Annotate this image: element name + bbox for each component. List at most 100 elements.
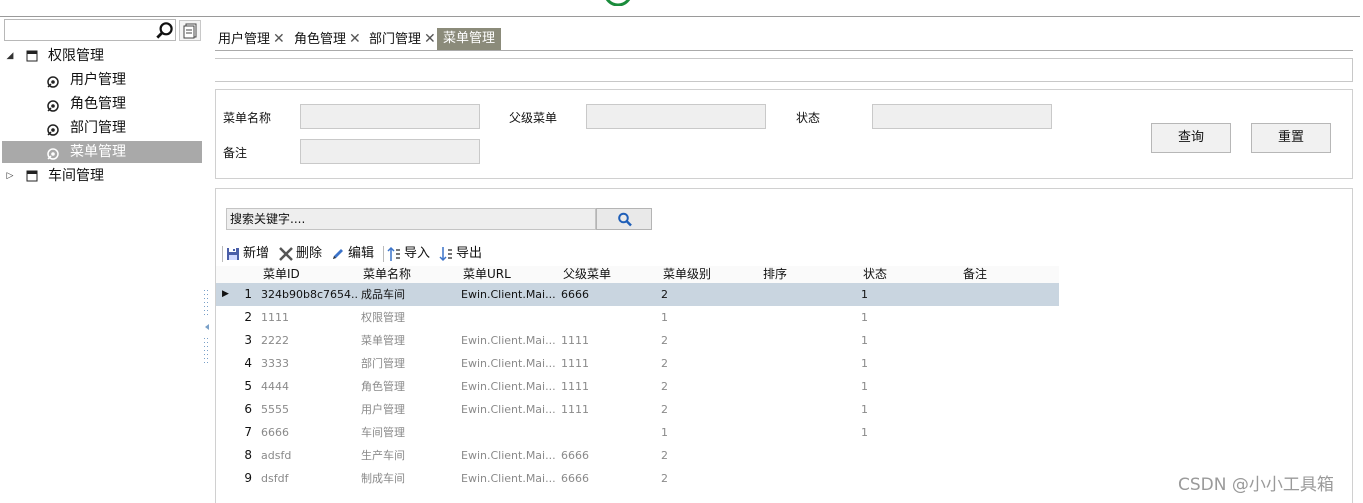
table-row[interactable]: 3 2222 菜单管理 Ewin.Client.Mai... 1111 2 1 bbox=[216, 329, 1059, 352]
column-header-menu-url[interactable]: 菜单URL bbox=[463, 266, 511, 283]
cell-id[interactable]: 6666 bbox=[261, 421, 357, 444]
column-header-menu-level[interactable]: 菜单级别 bbox=[663, 266, 711, 283]
cell-level[interactable]: 2 bbox=[661, 398, 757, 421]
cell-sort[interactable] bbox=[761, 329, 857, 352]
cell-status[interactable]: 1 bbox=[861, 283, 957, 306]
close-icon[interactable]: ✕ bbox=[424, 31, 436, 47]
cell-name[interactable]: 角色管理 bbox=[361, 375, 457, 398]
status-input[interactable] bbox=[872, 104, 1052, 129]
export-button[interactable]: 导出 bbox=[438, 243, 486, 265]
tree-options-button[interactable] bbox=[179, 20, 201, 41]
table-row[interactable]: 9 dsfdf 制成车间 Ewin.Client.Mai... 6666 2 bbox=[216, 467, 1059, 490]
cell-remark[interactable] bbox=[961, 398, 1057, 421]
cell-name[interactable]: 生产车间 bbox=[361, 444, 457, 467]
cell-parent[interactable]: 1111 bbox=[561, 375, 657, 398]
cell-status[interactable]: 1 bbox=[861, 329, 957, 352]
cell-level[interactable]: 2 bbox=[661, 444, 757, 467]
column-header-parent-menu[interactable]: 父级菜单 bbox=[563, 266, 611, 283]
cell-url[interactable]: Ewin.Client.Mai... bbox=[461, 283, 557, 306]
delete-button[interactable]: 删除 bbox=[278, 243, 328, 265]
tree-node-permission[interactable]: ◢ 权限管理 bbox=[4, 45, 202, 67]
cell-status[interactable] bbox=[861, 467, 957, 490]
cell-level[interactable]: 2 bbox=[661, 329, 757, 352]
tree-node-user[interactable]: 用户管理 bbox=[4, 69, 202, 91]
collapse-arrow-icon[interactable]: ▷ bbox=[4, 165, 16, 187]
import-button[interactable]: 导入 bbox=[386, 243, 434, 265]
column-header-menu-name[interactable]: 菜单名称 bbox=[363, 266, 411, 283]
cell-id[interactable]: dsfdf bbox=[261, 467, 357, 490]
table-row[interactable]: 6 5555 用户管理 Ewin.Client.Mai... 1111 2 1 bbox=[216, 398, 1059, 421]
cell-url[interactable]: Ewin.Client.Mai... bbox=[461, 352, 557, 375]
cell-sort[interactable] bbox=[761, 352, 857, 375]
query-button[interactable]: 查询 bbox=[1151, 123, 1231, 153]
cell-parent[interactable]: 6666 bbox=[561, 283, 657, 306]
column-header-status[interactable]: 状态 bbox=[863, 266, 887, 283]
cell-remark[interactable] bbox=[961, 421, 1057, 444]
cell-sort[interactable] bbox=[761, 375, 857, 398]
parent-menu-input[interactable] bbox=[586, 104, 766, 129]
table-row[interactable]: ▶ 1 324b90b8c7654... 成品车间 Ewin.Client.Mai...… bbox=[216, 283, 1059, 306]
reset-button[interactable]: 重置 bbox=[1251, 123, 1331, 153]
cell-parent[interactable]: 6666 bbox=[561, 444, 657, 467]
cell-status[interactable]: 1 bbox=[861, 375, 957, 398]
expand-arrow-icon[interactable]: ◢ bbox=[4, 45, 16, 67]
cell-status[interactable]: 1 bbox=[861, 421, 957, 444]
column-header-menu-id[interactable]: 菜单ID bbox=[263, 266, 300, 283]
keyword-search-input[interactable]: 搜索关键字.... bbox=[226, 208, 596, 230]
table-row[interactable]: 2 1111 权限管理 1 1 bbox=[216, 306, 1059, 329]
cell-remark[interactable] bbox=[961, 467, 1057, 490]
add-button[interactable]: 新增 bbox=[225, 243, 275, 265]
cell-name[interactable]: 成品车间 bbox=[361, 283, 457, 306]
cell-sort[interactable] bbox=[761, 444, 857, 467]
cell-parent[interactable]: 1111 bbox=[561, 329, 657, 352]
cell-remark[interactable] bbox=[961, 306, 1057, 329]
edit-button[interactable]: 编辑 bbox=[330, 243, 380, 265]
tree-node-role[interactable]: 角色管理 bbox=[4, 93, 202, 115]
cell-level[interactable]: 2 bbox=[661, 352, 757, 375]
cell-url[interactable]: Ewin.Client.Mai... bbox=[461, 329, 557, 352]
tab-user-management[interactable]: 用户管理 ✕ bbox=[215, 28, 285, 50]
cell-url[interactable]: Ewin.Client.Mai... bbox=[461, 398, 557, 421]
close-icon[interactable]: ✕ bbox=[349, 31, 361, 47]
panel-splitter-handle[interactable] bbox=[203, 290, 211, 370]
cell-parent[interactable] bbox=[561, 421, 657, 444]
cell-id[interactable]: 4444 bbox=[261, 375, 357, 398]
cell-level[interactable]: 2 bbox=[661, 283, 757, 306]
cell-url[interactable] bbox=[461, 306, 557, 329]
cell-status[interactable]: 1 bbox=[861, 398, 957, 421]
cell-level[interactable]: 1 bbox=[661, 421, 757, 444]
cell-name[interactable]: 权限管理 bbox=[361, 306, 457, 329]
cell-sort[interactable] bbox=[761, 398, 857, 421]
tab-department-management[interactable]: 部门管理 ✕ bbox=[366, 28, 436, 50]
table-row[interactable]: 8 adsfd 生产车间 Ewin.Client.Mai... 6666 2 bbox=[216, 444, 1059, 467]
cell-parent[interactable]: 6666 bbox=[561, 467, 657, 490]
column-header-sort[interactable]: 排序 bbox=[763, 266, 787, 283]
cell-remark[interactable] bbox=[961, 329, 1057, 352]
cell-level[interactable]: 2 bbox=[661, 375, 757, 398]
tree-node-department[interactable]: 部门管理 bbox=[4, 117, 202, 139]
table-row[interactable]: 7 6666 车间管理 1 1 bbox=[216, 421, 1059, 444]
cell-name[interactable]: 部门管理 bbox=[361, 352, 457, 375]
keyword-search-button[interactable] bbox=[596, 208, 652, 230]
cell-sort[interactable] bbox=[761, 421, 857, 444]
tree-search-input[interactable] bbox=[4, 19, 176, 41]
cell-id[interactable]: 324b90b8c7654... bbox=[261, 283, 357, 306]
cell-status[interactable] bbox=[861, 444, 957, 467]
cell-parent[interactable] bbox=[561, 306, 657, 329]
cell-sort[interactable] bbox=[761, 306, 857, 329]
search-icon[interactable] bbox=[154, 21, 176, 41]
cell-url[interactable]: Ewin.Client.Mai... bbox=[461, 444, 557, 467]
cell-url[interactable]: Ewin.Client.Mai... bbox=[461, 375, 557, 398]
cell-sort[interactable] bbox=[761, 283, 857, 306]
tab-role-management[interactable]: 角色管理 ✕ bbox=[291, 28, 361, 50]
cell-id[interactable]: 1111 bbox=[261, 306, 357, 329]
cell-parent[interactable]: 1111 bbox=[561, 398, 657, 421]
cell-id[interactable]: 2222 bbox=[261, 329, 357, 352]
cell-url[interactable] bbox=[461, 421, 557, 444]
cell-name[interactable]: 制成车间 bbox=[361, 467, 457, 490]
cell-remark[interactable] bbox=[961, 283, 1057, 306]
cell-remark[interactable] bbox=[961, 375, 1057, 398]
cell-id[interactable]: 3333 bbox=[261, 352, 357, 375]
cell-status[interactable]: 1 bbox=[861, 352, 957, 375]
cell-parent[interactable]: 1111 bbox=[561, 352, 657, 375]
